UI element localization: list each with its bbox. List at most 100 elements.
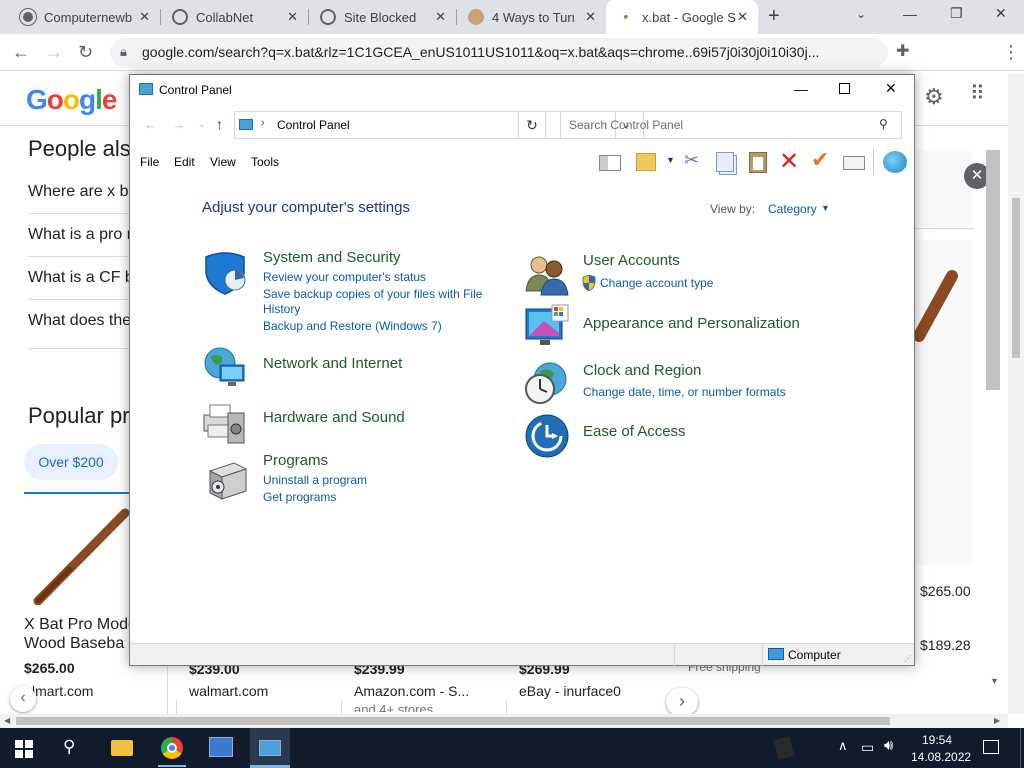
baseball-bat-image[interactable] (30, 505, 130, 605)
link-change-account-type[interactable]: Change account type (600, 276, 713, 290)
appearance-personalization-icon[interactable] (524, 303, 570, 349)
carousel-prev-button[interactable]: ‹ (10, 686, 36, 712)
question-item[interactable]: What does the (28, 312, 131, 330)
browser-tab-active[interactable]: x.bat - Google S ✕ (606, 0, 758, 34)
maximize-button[interactable] (839, 83, 850, 94)
chrome-icon[interactable] (161, 737, 183, 759)
link-review-status[interactable]: Review your computer's status (263, 270, 426, 284)
globe-internet-icon[interactable] (883, 151, 907, 173)
show-desktop-button[interactable] (1020, 728, 1021, 768)
tab-close-icon[interactable]: ✕ (737, 9, 748, 25)
reload-icon[interactable]: ↻ (78, 42, 93, 62)
tab-close-icon[interactable]: ✕ (435, 9, 446, 25)
question-item[interactable]: What is a CF b (28, 269, 134, 287)
settings-gear-icon[interactable]: ⚙ (924, 84, 944, 110)
browser-tab-2[interactable]: CollabNet ✕ (160, 0, 308, 34)
category-ease-of-access[interactable]: Ease of Access (583, 423, 686, 440)
scroll-down-arrow-icon[interactable]: ▼ (990, 676, 999, 686)
checkmark-icon[interactable]: ✔ (811, 147, 829, 173)
address-bar[interactable]: 🔒︎ google.com/search?q=x.bat&rlz=1C1GCEA… (110, 38, 888, 67)
rename-icon[interactable] (843, 156, 865, 170)
network-computer-icon[interactable] (209, 737, 233, 757)
system-security-shield-icon[interactable] (202, 249, 248, 295)
category-clock-region[interactable]: Clock and Region (583, 362, 701, 379)
horizontal-scrollbar[interactable]: ◀ ▶ (0, 714, 1008, 728)
copy-icon[interactable] (716, 152, 734, 172)
category-system-security[interactable]: System and Security (263, 249, 401, 266)
forward-arrow-icon[interactable]: → (172, 117, 185, 132)
menu-file[interactable]: File (140, 155, 159, 169)
forward-arrow-icon[interactable]: → (45, 42, 63, 62)
close-window-button[interactable]: ✕ (995, 5, 1007, 22)
link-backup-restore[interactable]: Backup and Restore (Windows 7) (263, 319, 442, 333)
url-text[interactable]: google.com/search?q=x.bat&rlz=1C1GCEA_en… (142, 44, 822, 60)
tab-close-icon[interactable]: ✕ (139, 9, 150, 25)
clock-region-icon[interactable] (524, 361, 570, 407)
menu-kebab-icon[interactable]: ⋮ (1002, 42, 1020, 62)
menu-tools[interactable]: Tools (251, 155, 279, 169)
product-title[interactable]: X Bat Pro Mode (24, 616, 137, 634)
paste-clipboard-icon[interactable] (749, 152, 767, 173)
browser-tab-1[interactable]: Computernewb ✕ (8, 0, 160, 34)
link-file-history[interactable]: Save backup copies of your files with Fi… (263, 287, 482, 301)
panel-scrollbar-thumb[interactable] (986, 150, 1000, 390)
restore-button[interactable]: ❐ (950, 5, 963, 22)
file-explorer-icon[interactable] (111, 740, 133, 756)
notifications-icon[interactable] (983, 740, 999, 754)
link-uninstall-program[interactable]: Uninstall a program (263, 473, 367, 487)
minimize-button[interactable]: — (903, 6, 917, 22)
vertical-scrollbar[interactable] (1008, 74, 1024, 714)
question-item[interactable]: Where are x b (28, 183, 128, 201)
clock-time[interactable]: 19:54 (922, 733, 952, 747)
programs-box-icon[interactable] (206, 455, 252, 501)
delete-x-icon[interactable]: ✕ (779, 147, 799, 176)
dropdown-chevron-icon[interactable]: ▼ (666, 155, 675, 165)
carousel-next-button[interactable]: › (666, 688, 698, 716)
view-by-chevron-icon[interactable]: ▼ (821, 203, 830, 213)
back-arrow-icon[interactable]: ← (144, 117, 157, 132)
clock-date[interactable]: 14.08.2022 (911, 750, 971, 764)
hardware-printer-icon[interactable] (202, 399, 248, 445)
search-icon[interactable]: ⚲ (63, 737, 75, 757)
browser-tab-4[interactable]: 4 Ways to Turn ✕ (456, 0, 606, 34)
search-placeholder[interactable]: Search Control Panel (569, 118, 683, 132)
category-user-accounts[interactable]: User Accounts (583, 252, 680, 269)
breadcrumb[interactable]: Control Panel (277, 118, 350, 132)
show-hidden-icons-chevron-icon[interactable]: ∧ (838, 738, 848, 754)
volume-speaker-icon[interactable]: 🔊︎ (884, 737, 893, 754)
google-logo[interactable]: Google (26, 84, 117, 116)
search-icon[interactable]: ⚲ (879, 117, 888, 131)
filter-chip[interactable]: Over $200 (24, 444, 118, 480)
menu-edit[interactable]: Edit (174, 155, 195, 169)
tab-search-chevron-icon[interactable]: ⌄ (856, 7, 866, 21)
tab-close-icon[interactable]: ✕ (585, 9, 596, 25)
new-tab-button[interactable]: + (768, 5, 780, 28)
recent-locations-chevron-icon[interactable]: ⌄ (198, 119, 206, 130)
windows-start-icon[interactable] (15, 740, 33, 758)
scrollbar-thumb[interactable] (16, 717, 890, 725)
view-by-dropdown[interactable]: Category (768, 202, 817, 216)
scrollbar-thumb[interactable] (1012, 198, 1020, 358)
category-programs[interactable]: Programs (263, 452, 328, 469)
close-button[interactable]: ✕ (885, 80, 897, 97)
link-file-history-cont[interactable]: History (263, 302, 300, 316)
question-item[interactable]: What is a pro r (28, 226, 132, 244)
refresh-icon[interactable]: ↻ (518, 111, 546, 139)
ease-of-access-icon[interactable] (524, 413, 570, 459)
preview-pane-icon[interactable] (599, 155, 621, 171)
user-accounts-icon[interactable] (524, 251, 570, 297)
search-box[interactable]: Search Control Panel ⚲ (560, 111, 902, 139)
back-arrow-icon[interactable]: ← (12, 42, 30, 62)
category-network-internet[interactable]: Network and Internet (263, 355, 402, 372)
scroll-left-arrow-icon[interactable]: ◀ (4, 716, 10, 725)
browser-tab-3[interactable]: Site Blocked ✕ (308, 0, 456, 34)
tab-close-icon[interactable]: ✕ (287, 9, 298, 25)
link-get-programs[interactable]: Get programs (263, 490, 336, 504)
up-arrow-icon[interactable]: ↑ (216, 116, 223, 132)
category-appearance-personalization[interactable]: Appearance and Personalization (583, 315, 800, 332)
resize-grip-icon[interactable]: ⋰ (904, 654, 912, 663)
apps-grid-icon[interactable]: ⠿ (970, 84, 985, 104)
breadcrumb-separator-icon[interactable]: › (261, 117, 265, 129)
minimize-button[interactable]: — (794, 81, 808, 97)
menu-view[interactable]: View (210, 155, 236, 169)
